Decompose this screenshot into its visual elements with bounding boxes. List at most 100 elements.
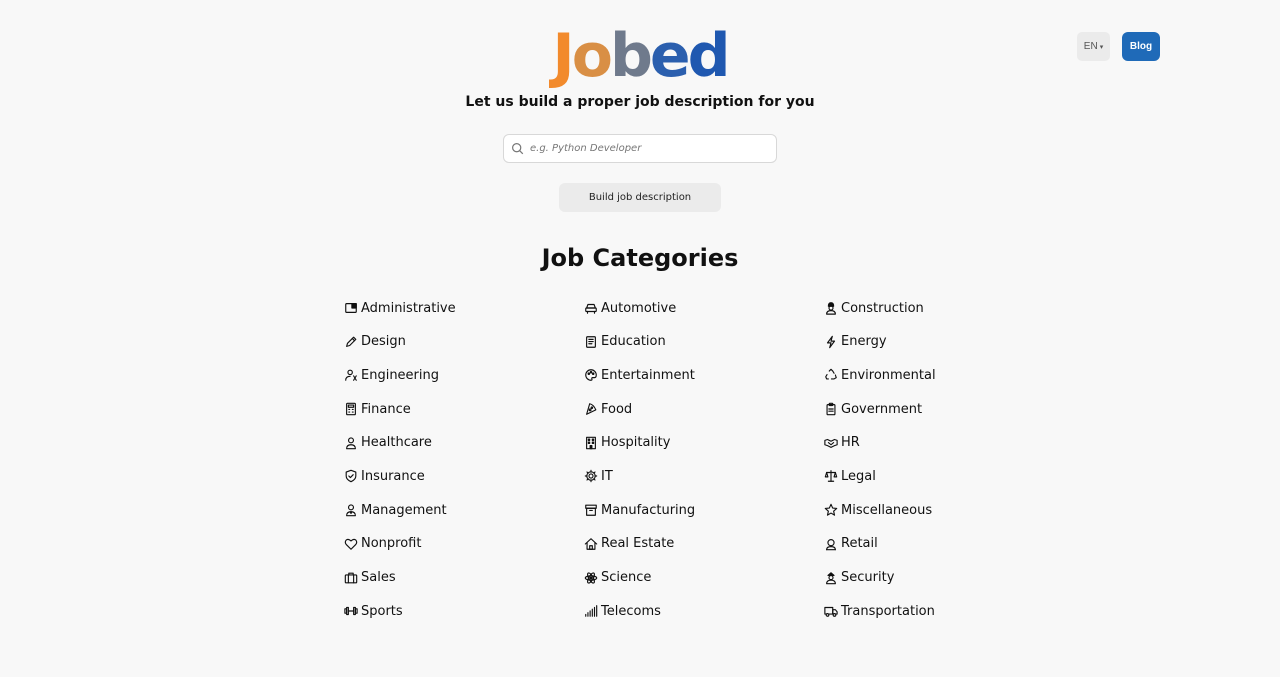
category-item-automotive[interactable]: Automotive (584, 297, 824, 319)
category-item-environmental[interactable]: Environmental (824, 364, 984, 386)
category-label: Nonprofit (361, 536, 422, 552)
star-icon (824, 503, 838, 516)
shield-icon (345, 470, 357, 483)
category-label: Engineering (361, 367, 439, 383)
build-job-description-button[interactable]: Build job description (559, 183, 721, 212)
clipboard-icon (826, 402, 836, 416)
category-label: Miscellaneous (841, 502, 933, 518)
category-label: Insurance (361, 468, 425, 484)
page: EN ▾ Blog Jobed Let us build a proper jo… (0, 0, 1280, 677)
category-item-security[interactable]: Security (824, 567, 984, 589)
search-input[interactable] (530, 143, 776, 154)
atom-icon (584, 571, 598, 584)
category-label: Legal (841, 468, 876, 484)
tagline: Let us build a proper job description fo… (465, 94, 815, 110)
category-item-entertainment[interactable]: Entertainment (584, 364, 824, 386)
search-icon (504, 142, 530, 155)
headset-icon (826, 538, 836, 551)
category-label: Design (361, 334, 406, 350)
dumbbell-icon (344, 607, 358, 616)
lightning-icon (826, 335, 836, 348)
logo-letter: J (552, 21, 574, 91)
category-label: Sports (361, 603, 403, 619)
category-label: HR (841, 435, 860, 451)
category-item-food[interactable]: Food (584, 398, 824, 420)
logo-letter: b (609, 21, 653, 91)
folder-icon (345, 303, 357, 313)
category-item-sales[interactable]: Sales (344, 567, 584, 589)
category-item-sports[interactable]: Sports (344, 600, 584, 622)
category-label: Government (841, 401, 923, 417)
car-icon (585, 303, 597, 314)
category-item-design[interactable]: Design (344, 331, 584, 353)
category-item-real-estate[interactable]: Real Estate (584, 533, 824, 555)
category-label: Administrative (361, 300, 456, 316)
category-label: Science (601, 570, 652, 585)
truck-icon (824, 607, 838, 618)
pencil-icon (346, 336, 357, 347)
category-item-hospitality[interactable]: Hospitality (584, 432, 824, 454)
gear-icon (584, 470, 598, 483)
scale-icon (824, 470, 838, 483)
category-item-healthcare[interactable]: Healthcare (344, 432, 584, 454)
category-item-miscellaneous[interactable]: Miscellaneous (824, 499, 984, 521)
logo-letter: d (687, 21, 731, 91)
category-label: Entertainment (601, 367, 695, 383)
category-item-it[interactable]: IT (584, 465, 824, 487)
categories-grid: Administrative Automotive Construction Desi… (344, 297, 984, 634)
category-label: Finance (361, 401, 411, 417)
category-item-insurance[interactable]: Insurance (344, 465, 584, 487)
category-item-nonprofit[interactable]: Nonprofit (344, 533, 584, 555)
category-label: Food (601, 401, 633, 417)
categories-title: Job Categories (541, 244, 739, 272)
category-label: Manufacturing (601, 502, 696, 518)
category-item-science[interactable]: Science (584, 567, 824, 589)
category-label: Management (361, 502, 447, 518)
logo[interactable]: Jobed (0, 18, 1280, 94)
palette-icon (585, 369, 597, 382)
doctor-icon (346, 437, 356, 450)
category-label: Real Estate (601, 536, 675, 552)
category-item-finance[interactable]: Finance (344, 398, 584, 420)
engineer-icon (345, 369, 357, 382)
handshake-icon (824, 438, 838, 448)
category-label: Security (841, 570, 895, 585)
category-label: Automotive (601, 300, 677, 316)
briefcase-icon (344, 572, 358, 583)
category-item-retail[interactable]: Retail (824, 533, 984, 555)
worker-icon (826, 302, 836, 315)
building-icon (586, 436, 596, 450)
heart-icon (344, 538, 358, 550)
house-icon (584, 537, 598, 550)
category-label: Healthcare (361, 435, 432, 451)
category-label: Energy (841, 334, 887, 350)
category-item-government[interactable]: Government (824, 398, 984, 420)
category-item-legal[interactable]: Legal (824, 465, 984, 487)
category-item-education[interactable]: Education (584, 331, 824, 353)
category-item-engineering[interactable]: Engineering (344, 364, 584, 386)
category-item-hr[interactable]: HR (824, 432, 984, 454)
category-item-construction[interactable]: Construction (824, 297, 984, 319)
category-label: IT (601, 468, 613, 484)
logo-letter: o (571, 21, 613, 91)
category-label: Telecoms (601, 603, 661, 619)
signal-icon (585, 605, 598, 618)
category-item-energy[interactable]: Energy (824, 331, 984, 353)
calculator-icon (346, 402, 356, 416)
category-label: Education (601, 334, 666, 350)
guard-icon (826, 571, 836, 584)
category-label: Sales (361, 570, 396, 585)
book-icon (586, 335, 596, 348)
category-item-administrative[interactable]: Administrative (344, 297, 584, 319)
category-label: Retail (841, 536, 878, 552)
category-item-telecoms[interactable]: Telecoms (584, 600, 824, 622)
category-item-management[interactable]: Management (344, 499, 584, 521)
category-item-transportation[interactable]: Transportation (824, 600, 984, 622)
search-box[interactable] (503, 134, 777, 163)
recycle-icon (825, 369, 837, 380)
logo-letter: e (649, 21, 691, 91)
category-label: Transportation (841, 603, 935, 619)
category-item-manufacturing[interactable]: Manufacturing (584, 499, 824, 521)
category-label: Environmental (841, 367, 936, 383)
pizza-icon (586, 403, 597, 415)
